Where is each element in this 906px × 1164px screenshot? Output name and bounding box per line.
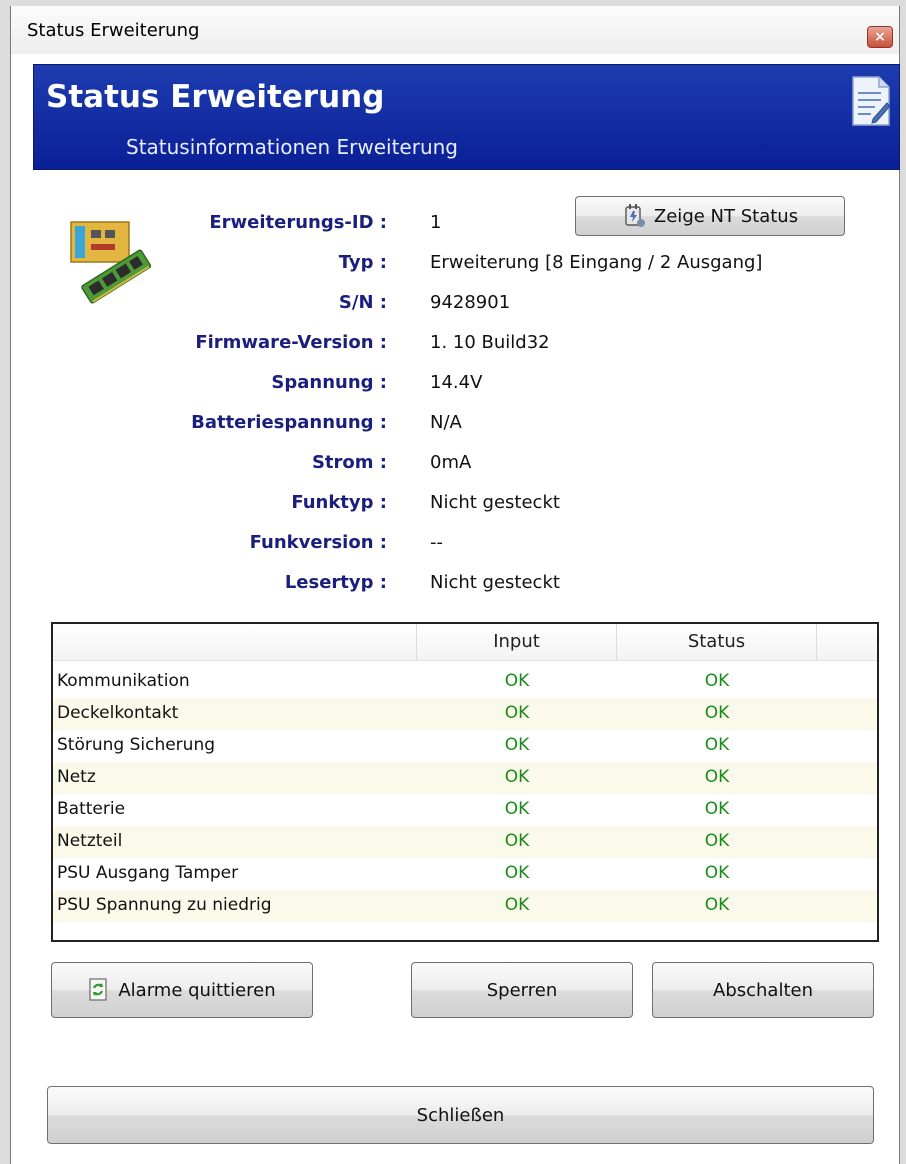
row-status: OK xyxy=(704,703,730,723)
disable-label: Abschalten xyxy=(713,979,813,1001)
table-row[interactable]: PSU Spannung zu niedrig OK OK xyxy=(53,890,877,922)
table-row[interactable]: Netzteil OK OK xyxy=(53,826,877,858)
detail-value: 0mA xyxy=(430,452,472,473)
row-input: OK xyxy=(504,767,530,787)
table-row[interactable]: Störung Sicherung OK OK xyxy=(53,730,877,762)
detail-value: 14.4V xyxy=(430,372,483,393)
header-banner: Status Erweiterung Statusinformationen E… xyxy=(33,64,900,170)
row-status: OK xyxy=(704,863,730,883)
row-input: OK xyxy=(504,863,530,883)
table-row[interactable]: Deckelkontakt OK OK xyxy=(53,698,877,730)
document-edit-icon xyxy=(852,76,891,126)
detail-value: Erweiterung [8 Eingang / 2 Ausgang] xyxy=(430,252,763,273)
detail-value: N/A xyxy=(430,412,462,433)
detail-label: Funkversion : xyxy=(249,532,387,553)
row-input: OK xyxy=(504,703,530,723)
detail-value: 9428901 xyxy=(430,292,511,313)
row-input: OK xyxy=(504,735,530,755)
row-name: Störung Sicherung xyxy=(57,735,216,755)
row-name: PSU Ausgang Tamper xyxy=(57,863,239,883)
column-header-status: Status xyxy=(617,624,817,660)
window-title: Status Erweiterung xyxy=(27,20,200,41)
detail-label: Spannung : xyxy=(271,372,387,393)
close-icon[interactable]: × xyxy=(867,26,893,48)
close-button[interactable]: Schließen xyxy=(47,1086,874,1144)
lock-label: Sperren xyxy=(486,979,558,1001)
row-name: Deckelkontakt xyxy=(57,703,179,723)
detail-value: -- xyxy=(430,532,443,553)
show-nt-status-button[interactable]: Zeige NT Status xyxy=(575,196,845,236)
detail-label: Funktyp : xyxy=(291,492,387,513)
row-status: OK xyxy=(704,735,730,755)
detail-label: Lesertyp : xyxy=(284,572,387,593)
acknowledge-alarms-label: Alarme quittieren xyxy=(118,979,276,1001)
status-dialog: Status Erweiterung × Status Erweiterung … xyxy=(10,6,900,1164)
column-header-input: Input xyxy=(417,624,617,660)
acknowledge-alarms-button[interactable]: Alarme quittieren xyxy=(51,962,313,1018)
show-nt-status-label: Zeige NT Status xyxy=(653,205,799,227)
row-input: OK xyxy=(504,831,530,851)
detail-value: Nicht gesteckt xyxy=(430,492,560,513)
status-table: Input Status Kommunikation OK OK Deckelk… xyxy=(51,622,879,942)
row-status: OK xyxy=(704,671,730,691)
row-input: OK xyxy=(504,671,530,691)
detail-label: Batteriespannung : xyxy=(191,412,387,433)
row-input: OK xyxy=(504,799,530,819)
detail-value: 1. 10 Build32 xyxy=(430,332,550,353)
detail-value: 1 xyxy=(430,212,442,233)
table-row[interactable]: Batterie OK OK xyxy=(53,794,877,826)
row-status: OK xyxy=(704,895,730,915)
detail-label: Erweiterungs-ID : xyxy=(209,212,387,233)
detail-label: Typ : xyxy=(338,252,387,273)
banner-title: Status Erweiterung xyxy=(46,79,385,115)
row-status: OK xyxy=(704,799,730,819)
column-header-name xyxy=(53,624,417,660)
row-name: Netz xyxy=(57,767,96,787)
title-bar: Status Erweiterung × xyxy=(11,6,899,54)
disable-button[interactable]: Abschalten xyxy=(652,962,874,1018)
banner-subtitle: Statusinformationen Erweiterung xyxy=(126,135,458,159)
table-row[interactable]: Kommunikation OK OK xyxy=(53,666,877,698)
close-label: Schließen xyxy=(416,1104,505,1126)
row-status: OK xyxy=(704,767,730,787)
table-row[interactable]: Netz OK OK xyxy=(53,762,877,794)
refresh-icon xyxy=(89,978,107,1001)
row-name: Batterie xyxy=(57,799,126,819)
table-header: Input Status xyxy=(53,624,877,661)
row-name: Netzteil xyxy=(57,831,123,851)
detail-label: Firmware-Version : xyxy=(195,332,387,353)
detail-value: Nicht gesteckt xyxy=(430,572,560,593)
row-name: Kommunikation xyxy=(57,671,190,691)
row-input: OK xyxy=(504,895,530,915)
row-status: OK xyxy=(704,831,730,851)
expansion-board-icon xyxy=(70,221,152,304)
lock-button[interactable]: Sperren xyxy=(411,962,633,1018)
power-supply-icon xyxy=(625,204,645,227)
row-name: PSU Spannung zu niedrig xyxy=(57,895,272,915)
table-row[interactable]: PSU Ausgang Tamper OK OK xyxy=(53,858,877,890)
detail-label: Strom : xyxy=(311,452,387,473)
detail-label: S/N : xyxy=(338,292,387,313)
